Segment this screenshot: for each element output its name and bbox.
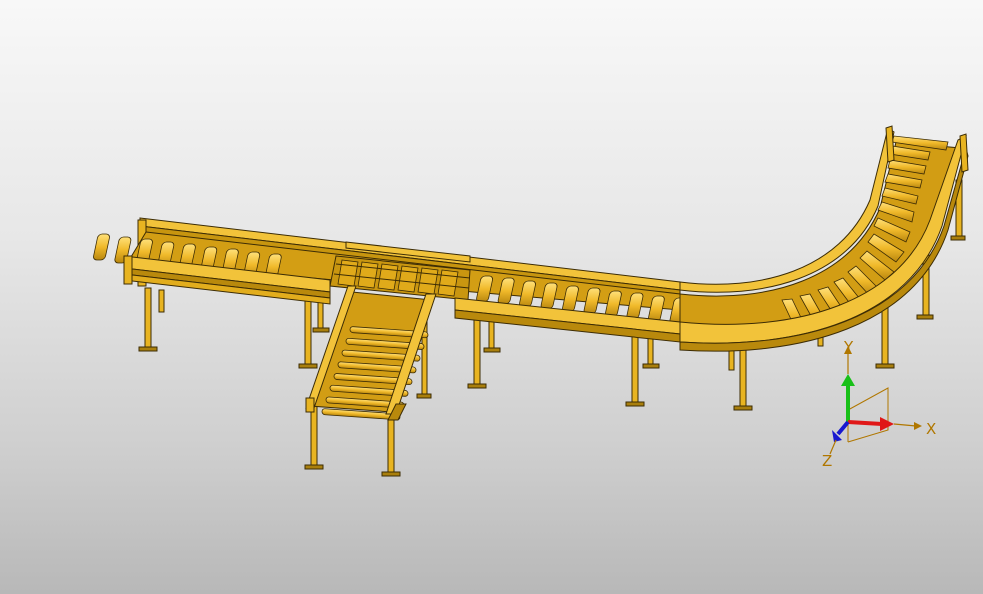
leg: [647, 335, 654, 367]
leg-foot: [381, 471, 401, 477]
leg: [473, 317, 481, 387]
y-axis-arrow: [841, 346, 855, 422]
leg: [739, 343, 747, 409]
triad-box: [847, 387, 889, 443]
leg-foot: [298, 363, 318, 369]
leg-foot: [467, 383, 487, 389]
leg: [158, 289, 165, 313]
axis-triad[interactable]: Y X Z: [800, 330, 960, 470]
x-axis-label: X: [926, 420, 936, 438]
leg: [304, 299, 312, 367]
leg: [317, 301, 324, 331]
leg-foot: [733, 405, 753, 411]
branch-conveyor: [305, 285, 437, 421]
leg-foot: [312, 327, 330, 333]
leg: [310, 404, 318, 468]
leg: [488, 317, 495, 351]
y-axis-label: Y: [843, 338, 854, 356]
leg: [144, 287, 152, 351]
leg-foot: [625, 401, 645, 407]
leg-foot: [483, 347, 501, 353]
end-frame-left-front: [123, 255, 133, 285]
conveyor-model[interactable]: [0, 0, 983, 594]
leg: [631, 335, 639, 405]
z-axis-arrow: [829, 420, 850, 455]
leg-foot: [950, 235, 966, 241]
x-axis-arrow: [847, 417, 922, 431]
leg-foot: [304, 464, 324, 470]
leg-foot: [916, 314, 934, 320]
leg-foot: [642, 363, 660, 369]
leg-foot: [416, 393, 432, 399]
z-axis-label: Z: [822, 452, 832, 470]
leg-foot: [138, 346, 158, 352]
end-frame-top: [885, 125, 895, 163]
3d-viewport[interactable]: Y X Z: [0, 0, 983, 594]
